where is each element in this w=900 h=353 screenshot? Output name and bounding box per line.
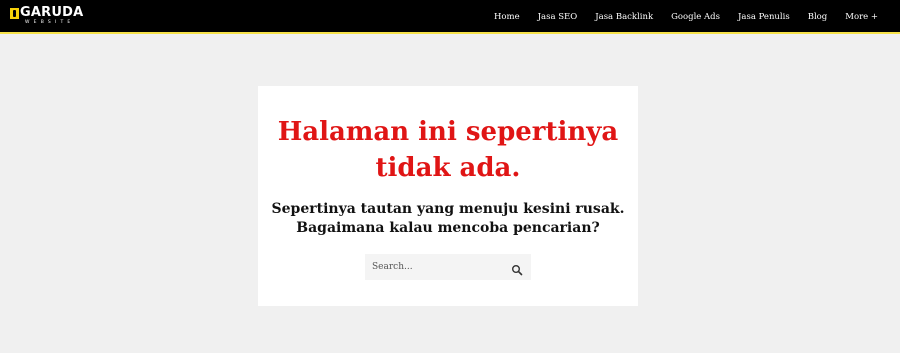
nav-item-google-ads[interactable]: Google Ads xyxy=(671,12,720,22)
logo-mark-icon xyxy=(10,8,19,19)
nav-item-jasa-seo[interactable]: Jasa SEO xyxy=(538,12,578,22)
logo-sub-text: WEBSITE xyxy=(25,20,75,25)
site-header: GARUDA WEBSITE Home Jasa SEO Jasa Backli… xyxy=(0,0,900,34)
nav-item-home[interactable]: Home xyxy=(494,12,520,22)
search-icon[interactable] xyxy=(511,261,523,276)
site-logo[interactable]: GARUDA WEBSITE xyxy=(10,6,83,28)
logo-main-text: GARUDA xyxy=(20,5,84,20)
page-title: Halaman ini sepertinya tidak ada. xyxy=(277,117,619,183)
main-nav: Home Jasa SEO Jasa Backlink Google Ads J… xyxy=(476,0,878,34)
logo-text: GARUDA WEBSITE xyxy=(20,6,83,26)
nav-item-jasa-backlink[interactable]: Jasa Backlink xyxy=(595,12,653,22)
search-input[interactable] xyxy=(365,254,505,280)
nav-item-more[interactable]: More + xyxy=(845,12,878,22)
search-form xyxy=(365,254,531,280)
nav-item-blog[interactable]: Blog xyxy=(808,12,828,22)
nav-item-jasa-penulis[interactable]: Jasa Penulis xyxy=(738,12,790,22)
not-found-card: Halaman ini sepertinya tidak ada. Sepert… xyxy=(258,86,638,306)
page-subtitle: Sepertinya tautan yang menuju kesini rus… xyxy=(271,201,625,236)
